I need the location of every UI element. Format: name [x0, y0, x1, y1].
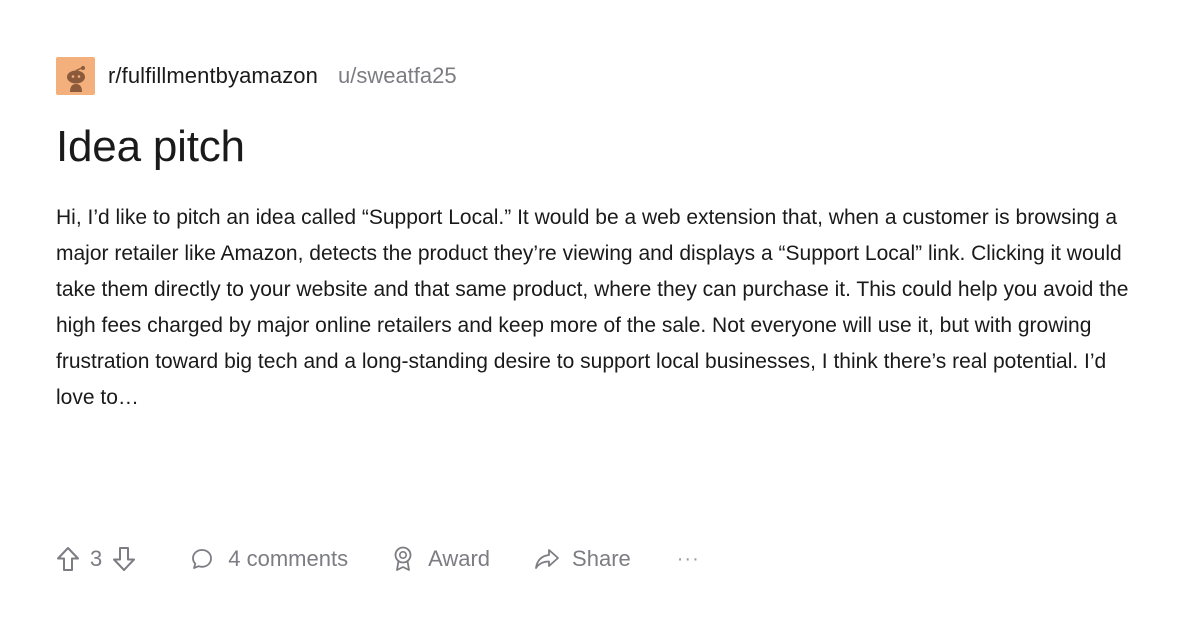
snoo-avatar-icon[interactable] — [56, 57, 95, 95]
author-username[interactable]: u/sweatfa25 — [338, 63, 457, 89]
arrow-up-icon[interactable] — [56, 546, 80, 572]
post-body: Hi, I’d like to pitch an idea called “Su… — [56, 206, 1129, 409]
award-ribbon-icon — [392, 546, 414, 572]
share-button[interactable]: Share — [534, 546, 631, 572]
more-options-button[interactable]: ··· — [677, 548, 700, 571]
post-title[interactable]: Idea pitch — [56, 122, 245, 172]
award-label: Award — [428, 546, 491, 571]
comments-label: 4 comments — [228, 546, 349, 571]
post-header: r/fulfillmentbyamazon u/sweatfa25 — [56, 57, 457, 95]
share-arrow-icon — [534, 548, 560, 570]
arrow-down-icon[interactable] — [112, 546, 136, 572]
vote-controls: 3 — [56, 546, 136, 572]
speech-bubble-icon — [190, 547, 214, 571]
vote-count: 3 — [90, 546, 103, 571]
subreddit-name[interactable]: r/fulfillmentbyamazon — [108, 63, 318, 89]
share-label: Share — [572, 546, 631, 571]
award-button[interactable]: Award — [392, 546, 490, 572]
comments-button[interactable]: 4 comments — [190, 546, 348, 572]
post-action-bar: 3 4 comments Award Share ··· — [56, 540, 700, 578]
